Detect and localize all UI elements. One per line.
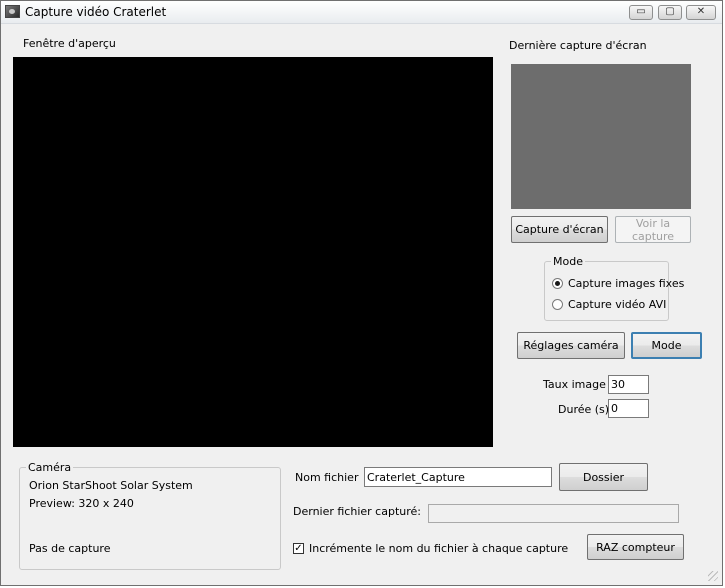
duration-input[interactable] (608, 399, 649, 418)
frame-rate-label: Taux image (543, 378, 606, 391)
frame-rate-input[interactable] (608, 375, 649, 394)
minimize-icon[interactable]: ▭ (629, 5, 653, 20)
window-title: Capture vidéo Craterlet (25, 5, 167, 19)
radio-avi-video-label: Capture vidéo AVI (568, 298, 667, 311)
duration-label: Durée (s) (558, 403, 610, 416)
camera-settings-button[interactable]: Réglages caméra (517, 332, 625, 359)
last-file-label: Dernier fichier capturé: (293, 505, 421, 518)
last-capture-label: Dernière capture d'écran (509, 39, 647, 52)
radio-checked-icon[interactable] (552, 278, 563, 289)
preview-window (13, 57, 493, 447)
camera-preview-size: Preview: 320 x 240 (29, 497, 134, 510)
radio-avi-video[interactable]: Capture vidéo AVI (552, 298, 666, 311)
last-file-field (428, 504, 679, 523)
mode-button[interactable]: Mode (631, 332, 702, 359)
last-capture-image (511, 64, 691, 209)
reset-counter-button[interactable]: RAZ compteur (587, 534, 684, 560)
camera-group-title: Caméra (28, 461, 72, 474)
preview-label: Fenêtre d'aperçu (23, 37, 116, 50)
view-capture-button[interactable]: Voir la capture (615, 216, 691, 243)
maximize-icon[interactable]: ▢ (658, 5, 682, 20)
resize-grip-icon[interactable] (708, 571, 718, 581)
folder-button[interactable]: Dossier (559, 463, 648, 491)
app-icon (5, 5, 20, 18)
capture-status: Pas de capture (29, 542, 111, 555)
radio-unchecked-icon[interactable] (552, 299, 563, 310)
radio-still-images[interactable]: Capture images fixes (552, 277, 684, 290)
capture-screen-button[interactable]: Capture d'écran (511, 216, 608, 243)
filename-label: Nom fichier (295, 471, 359, 484)
increment-checkbox-label: Incrémente le nom du fichier à chaque ca… (309, 542, 569, 555)
title-bar[interactable]: Capture vidéo Craterlet ▭ ▢ ✕ (1, 1, 722, 24)
filename-input[interactable] (364, 467, 552, 487)
camera-name: Orion StarShoot Solar System (29, 479, 193, 492)
increment-checkbox[interactable]: ✓ (293, 543, 304, 554)
increment-checkbox-row[interactable]: ✓ Incrémente le nom du fichier à chaque … (293, 542, 568, 555)
mode-group-title: Mode (553, 255, 583, 268)
radio-still-images-label: Capture images fixes (568, 277, 685, 290)
app-window: Capture vidéo Craterlet ▭ ▢ ✕ Fenêtre d'… (0, 0, 723, 586)
close-icon[interactable]: ✕ (686, 5, 716, 20)
